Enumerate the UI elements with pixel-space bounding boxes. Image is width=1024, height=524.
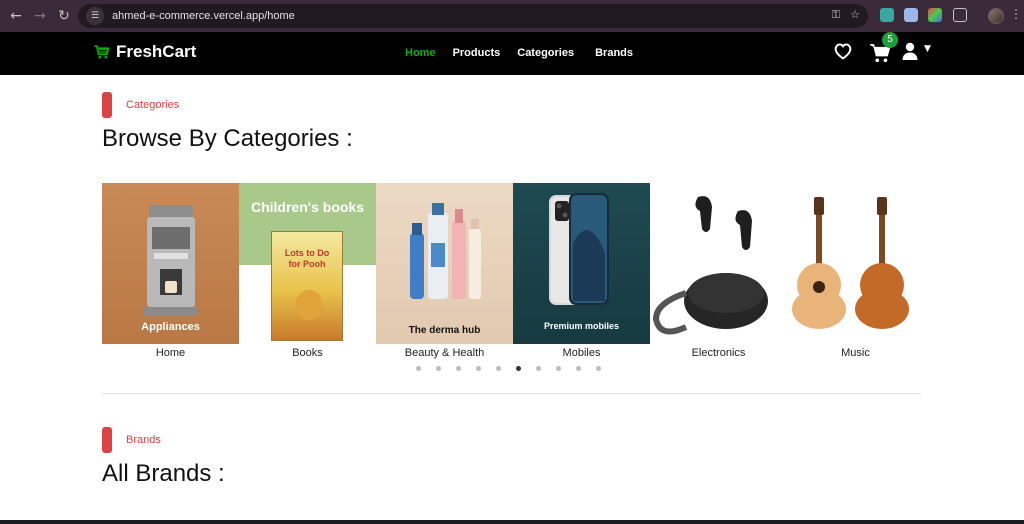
category-label: Home (155, 347, 186, 359)
carousel-dot[interactable] (496, 366, 501, 371)
browser-toolbar: ← → ↻ ☰ ahmed-e-commerce.vercel.app/home… (0, 0, 1024, 32)
category-card-mobiles[interactable]: Premium mobiles Mobiles (513, 183, 650, 363)
nav-link-brands[interactable]: Brands (595, 47, 633, 59)
carousel-pagination (416, 366, 601, 371)
extension-icon[interactable] (880, 8, 894, 22)
carousel-dot[interactable] (576, 366, 581, 371)
section-tag-categories: Categories (126, 99, 180, 111)
carousel-dot[interactable] (556, 366, 561, 371)
cart-logo-icon (94, 45, 110, 59)
browser-menu-icon[interactable]: ⋮ (1010, 7, 1022, 21)
guitars-illustration (792, 197, 909, 329)
user-account-icon[interactable] (902, 42, 918, 60)
reload-button[interactable]: ↻ (52, 4, 76, 28)
category-label: Beauty & Health (404, 347, 485, 359)
category-label: Mobiles (562, 347, 601, 359)
category-image: Appliances (102, 183, 239, 344)
site-navbar: FreshCart Home Products Categories Brand… (0, 32, 1024, 75)
main-menu: Home Products Categories Brands (405, 47, 633, 59)
coffee-machine-illustration (144, 205, 198, 315)
nav-link-home[interactable]: Home (405, 47, 436, 59)
category-image (650, 183, 787, 344)
category-label: Books (292, 347, 323, 359)
category-label: Music (841, 347, 870, 359)
smartphones-illustration (549, 193, 609, 305)
wishlist-heart-icon[interactable] (833, 42, 853, 60)
nav-link-categories[interactable]: Categories (517, 47, 574, 59)
carousel-dot[interactable] (596, 366, 601, 371)
section-divider (102, 393, 921, 394)
categories-carousel[interactable]: Appliances Home Children's books Lots to… (102, 183, 924, 363)
brand-name: FreshCart (116, 42, 197, 61)
category-card-books[interactable]: Children's books Lots to Do for Pooh Boo… (239, 183, 376, 363)
category-image (787, 183, 924, 344)
carousel-dot[interactable] (436, 366, 441, 371)
category-overlay-text: Appliances (141, 321, 200, 333)
chevron-down-icon[interactable]: ▼ (924, 44, 931, 54)
book-cover: Lots to Do for Pooh (271, 231, 343, 341)
category-card-music[interactable]: Music (787, 183, 924, 363)
carousel-dot[interactable] (476, 366, 481, 371)
key-icon[interactable]: ⚿ (832, 8, 840, 22)
extensions-puzzle-icon[interactable] (953, 8, 967, 22)
category-overlay-text: Children's books (250, 199, 364, 215)
section-accent-bar (102, 92, 112, 118)
category-card-home[interactable]: Appliances Home (102, 183, 239, 363)
category-card-beauty-health[interactable]: The derma hub Beauty & Health (376, 183, 513, 363)
category-image: Premium mobiles (513, 183, 650, 344)
extension-icon[interactable] (928, 8, 942, 22)
nav-link-products[interactable]: Products (453, 47, 501, 59)
bookmark-star-icon[interactable]: ☆ (850, 8, 860, 22)
category-image: The derma hub (376, 183, 513, 344)
category-image: Children's books Lots to Do for Pooh (239, 183, 376, 344)
site-info-icon[interactable]: ☰ (86, 7, 104, 25)
brand-logo[interactable]: FreshCart (93, 42, 196, 62)
section-accent-bar (102, 427, 112, 453)
extension-icon[interactable] (904, 8, 918, 22)
cart-count-badge: 5 (882, 32, 898, 48)
carousel-dot[interactable] (416, 366, 421, 371)
section-tag-brands: Brands (126, 434, 161, 446)
brands-heading: All Brands : (102, 460, 225, 487)
window-bottom-edge (0, 520, 1024, 524)
carousel-dot[interactable] (456, 366, 461, 371)
category-overlay-text: The derma hub (408, 325, 481, 336)
skincare-products-illustration (410, 203, 481, 299)
back-button[interactable]: ← (4, 4, 28, 28)
categories-heading: Browse By Categories : (102, 125, 353, 152)
book-title: Lots to Do for Pooh (284, 248, 330, 269)
profile-avatar[interactable] (988, 8, 1004, 24)
category-card-electronics[interactable]: Electronics (650, 183, 787, 363)
url-text: ahmed-e-commerce.vercel.app/home (112, 10, 295, 22)
category-label: Electronics (691, 347, 746, 359)
forward-button[interactable]: → (28, 4, 52, 28)
category-overlay-text: Premium mobiles (543, 321, 620, 331)
earbuds-illustration (652, 196, 768, 335)
carousel-dot[interactable] (536, 366, 541, 371)
address-bar[interactable]: ☰ ahmed-e-commerce.vercel.app/home ⚿ ☆ (78, 4, 868, 28)
carousel-dot-active[interactable] (516, 366, 521, 371)
